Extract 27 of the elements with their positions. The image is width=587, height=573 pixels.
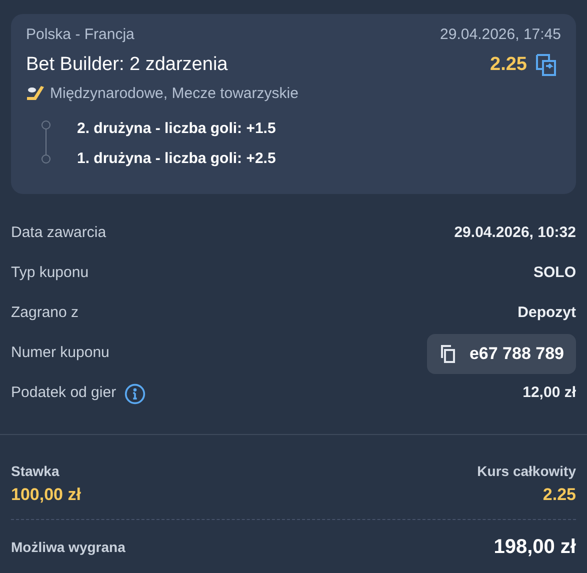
coupon-number-button[interactable]: e67 788 789 <box>427 334 576 374</box>
info-icon[interactable] <box>124 382 146 404</box>
detail-label: Data zawarcia <box>11 223 106 244</box>
win-label: Możliwa wygrana <box>11 538 126 557</box>
league-name: Międzynarodowe, Mecze towarzyskie <box>50 84 298 104</box>
bet-title: Bet Builder: 2 zdarzenia <box>26 52 228 76</box>
stake-amount: 100,00 zł <box>11 484 81 506</box>
detail-value: 12,00 zł <box>522 383 576 404</box>
event-odds: 2.25 <box>490 52 527 76</box>
match-date: 29.04.2026, 17:45 <box>440 25 561 45</box>
detail-value: 29.04.2026, 10:32 <box>454 223 576 244</box>
stake-label: Stawka <box>11 462 60 480</box>
selection-text: 2. drużyna - liczba goli: +1.5 <box>77 118 276 138</box>
detail-label: Podatek od gier <box>11 383 116 404</box>
detail-label: Numer kuponu <box>11 343 110 364</box>
win-amount: 198,00 zł <box>494 535 576 560</box>
timeline-drawing <box>39 120 53 164</box>
selection-text: 1. drużyna - liczba goli: +2.5 <box>77 148 276 168</box>
detail-value: SOLO <box>533 263 576 284</box>
match-teams: Polska - Francja <box>26 25 134 45</box>
swap-icon[interactable] <box>535 52 557 77</box>
total-odds-label: Kurs całkowity <box>477 462 576 481</box>
total-odds: 2.25 <box>542 484 576 506</box>
detail-value: Depozyt <box>518 303 576 324</box>
detail-label: Typ kuponu <box>11 263 89 284</box>
copy-icon <box>439 344 458 364</box>
detail-label: Zagrano z <box>11 303 79 324</box>
